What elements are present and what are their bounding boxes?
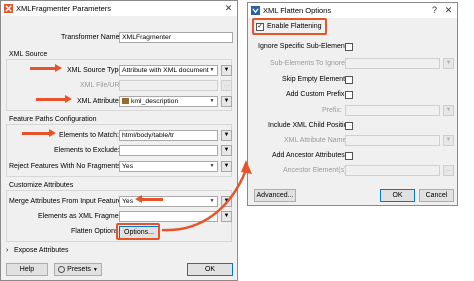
elements-to-exclude-label: Elements to Exclude: [54,147,120,154]
reject-no-fragments-value: Yes [122,163,134,170]
xml-attribute-name-menu-button[interactable]: ▼ [443,135,454,146]
sub-elements-menu-button[interactable]: ▼ [443,58,454,69]
help-question-icon[interactable]: ? [429,5,440,16]
xmlfragmenter-app-icon [4,4,13,13]
include-xml-child-checkbox[interactable] [345,122,353,130]
prefix-input[interactable] [345,105,440,116]
ok-button[interactable]: OK [380,189,415,202]
window-title: XMLFragmenter Parameters [16,4,112,13]
help-button[interactable]: Help [6,263,48,276]
transformer-name-label: Transformer Name: [61,34,122,41]
xml-attribute-label: XML Attribute: [77,98,121,105]
xml-attribute-value: kml_description [131,98,179,105]
elements-to-match-input[interactable]: html/body/table/tr [119,130,218,141]
ignore-specific-label: Ignore Specific Sub-Elements: [258,43,353,50]
ancestor-elements-menu-button[interactable]: … [443,165,454,176]
feature-paths-section-title: Feature Paths Configuration [9,116,97,123]
skip-empty-label: Skip Empty Elements: [282,76,351,83]
ok-button[interactable]: OK [187,263,233,276]
chevron-right-icon[interactable]: › [6,247,8,254]
presets-icon [58,265,66,273]
include-xml-child-label: Include XML Child Position: [268,122,354,129]
prefix-menu-button[interactable]: ▼ [443,105,454,116]
ignore-specific-checkbox[interactable] [345,43,353,51]
presets-label: Presets [67,266,91,273]
sub-elements-to-ignore-label: Sub-Elements To Ignore: [270,60,347,67]
add-ancestor-label: Add Ancestor Attributes: [272,152,347,159]
elements-to-match-label: Elements to Match: [59,132,119,139]
xml-source-section-title: XML Source [9,51,48,58]
dropdown-arrow-icon: ▼ [92,267,98,273]
xml-source-type-label: XML Source Type: [67,67,125,74]
flatten-options-label: Flatten Options: [71,228,121,235]
merge-attributes-label: Merge Attributes From Input Feature: [9,198,124,205]
elements-as-xml-label: Elements as XML Fragments: [38,213,130,220]
skip-empty-checkbox[interactable] [345,76,353,84]
close-icon[interactable]: ✕ [443,5,454,16]
xml-attribute-menu-button[interactable]: ▼ [221,96,232,107]
transformer-name-input[interactable]: XMLFragmenter [119,32,233,43]
add-custom-prefix-label: Add Custom Prefix: [286,91,347,98]
annotation-arrow [36,95,72,103]
add-ancestor-checkbox[interactable] [345,152,353,160]
customize-attributes-section-title: Customize Attributes [9,182,74,189]
expose-attributes-label[interactable]: Expose Attributes [14,247,68,254]
reject-no-fragments-label: Reject Features With No Fragments: [9,163,123,170]
ancestor-elements-label: Ancestor Element(s): [283,167,349,174]
add-custom-prefix-checkbox[interactable] [345,91,353,99]
dropdown-arrow-icon[interactable]: ▼ [208,98,216,105]
xml-source-type-value: Attribute with XML document [122,67,209,74]
title-bar: XMLFragmenter Parameters ✕ [1,1,237,16]
presets-button[interactable]: Presets ▼ [54,263,102,276]
annotation-arrow [30,64,62,72]
dropdown-arrow-icon[interactable]: ▼ [208,67,216,74]
window-title: XML Flatten Options [263,6,332,15]
close-icon[interactable]: ✕ [223,3,234,14]
merge-attributes-value: Yes [122,198,134,205]
prefix-label: Prefix: [322,107,342,114]
advanced-button[interactable]: Advanced... [254,189,296,202]
connector-arrow [161,160,252,232]
sub-elements-to-ignore-input[interactable] [345,58,440,69]
xml-file-url-browse-button[interactable]: … [221,80,232,91]
xml-attribute-select[interactable]: kml_description ▼ [119,96,218,107]
xml-file-url-input[interactable] [119,80,218,91]
ancestor-elements-input[interactable] [345,165,440,176]
title-bar: XML Flatten Options ? ✕ [248,3,457,18]
xml-source-type-select[interactable]: Attribute with XML document ▼ [119,65,218,76]
annotation-arrow [22,129,56,137]
xml-attribute-name-label: XML Attribute Name: [284,137,349,144]
xml-source-type-menu-button[interactable]: ▼ [221,65,232,76]
cancel-button[interactable]: Cancel [419,189,454,202]
elements-to-match-menu-button[interactable]: ▼ [221,130,232,141]
attribute-icon [122,98,129,105]
xml-attribute-name-input[interactable] [345,135,440,146]
enable-flattening-highlight [252,18,327,35]
fme-app-icon [251,6,260,15]
